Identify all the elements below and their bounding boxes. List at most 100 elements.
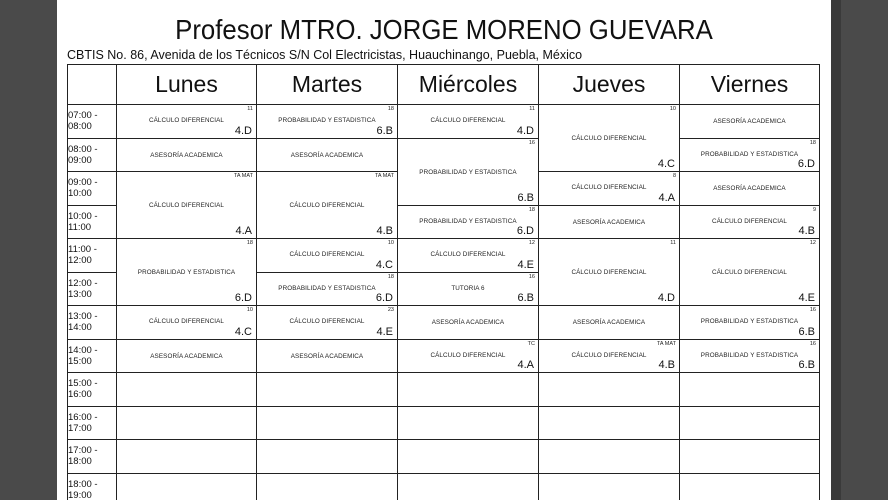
subject-label: CÁLCULO DIFERENCIAL (148, 117, 225, 124)
schedule-cell (256, 472, 398, 500)
schedule-cell: TC CÁLCULO DIFERENCIAL 4.A (397, 338, 539, 373)
room-label: 12 (528, 240, 535, 246)
schedule-cell: 12 CÁLCULO DIFERENCIAL 4.E (397, 238, 539, 273)
schedule-cell (679, 405, 820, 440)
group-label: 4.C (375, 258, 393, 271)
schedule-cell (538, 472, 680, 500)
time-slot: 13:00 - 14:00 (67, 305, 117, 340)
table-row: 15:00 - 16:00 (67, 372, 820, 407)
room-label: 18 (528, 206, 535, 213)
subject-label: ASESORÍA ACADEMICA (713, 185, 786, 192)
room-label: 9 (812, 206, 816, 213)
subject-label: CÁLCULO DIFERENCIAL (289, 318, 365, 325)
schedule-cell: 18 PROBABILIDAD Y ESTADISTICA 6.B (256, 104, 398, 139)
group-label: 6.B (517, 292, 534, 304)
day-header-miercoles: Miércoles (397, 64, 539, 105)
group-label: 4.A (517, 359, 534, 371)
schedule-cell: 18 PROBABILIDAD Y ESTADISTICA 6.D (679, 137, 820, 172)
schedule-cell: 16 PROBABILIDAD Y ESTADISTICA 6.B (679, 338, 820, 373)
room-label: 8 (672, 173, 676, 179)
group-label: 4.D (234, 124, 252, 137)
group-label: 6.B (798, 359, 815, 371)
schedule-cell: ASESORÍA ACADEMICA (679, 104, 820, 139)
subject-label: PROBABILIDAD Y ESTADISTICA (278, 284, 376, 292)
table-row: 14:00 - 15:00 ASESORÍA ACADEMICA ASESORÍA … (67, 338, 820, 373)
group-label: 4.C (657, 158, 675, 170)
subject-label: TUTORIA 6 (451, 284, 485, 292)
subject-label: PROBABILIDAD Y ESTADISTICA (700, 318, 799, 325)
schedule-cell: 8 CÁLCULO DIFERENCIAL 4.A (538, 171, 680, 206)
schedule-cell (116, 405, 257, 440)
room-label: TC (527, 340, 535, 347)
table-row: 17:00 - 18:00 (67, 439, 820, 474)
room-label: TA MAT (374, 173, 394, 179)
subject-label: PROBABILIDAD Y ESTADISTICA (137, 269, 236, 276)
subject-label: PROBABILIDAD Y ESTADISTICA (419, 217, 517, 225)
schedule-cell: 16 TUTORIA 6 6.B (397, 271, 539, 306)
group-label: 4.B (658, 359, 675, 371)
schedule-cell: 9 CÁLCULO DIFERENCIAL 4.B (679, 204, 820, 239)
schedule-cell: ASESORÍA ACADEMICA (256, 338, 398, 373)
table-row: 08:00 - 09:00 ASESORÍA ACADEMICA ASESORÍA … (67, 137, 820, 206)
subject-label: PROBABILIDAD Y ESTADISTICA (278, 117, 376, 124)
time-slot: 09:00 - 10:00 (67, 171, 117, 206)
room-label: TA MAT (656, 340, 676, 347)
subject-label: CÁLCULO DIFERENCIAL (571, 184, 647, 191)
subject-label: ASESORÍA ACADEMICA (431, 319, 505, 326)
group-label: 4.D (516, 124, 534, 137)
schedule-cell: ASESORÍA ACADEMICA (397, 305, 539, 340)
room-label: 11 (247, 106, 253, 112)
room-label: 18 (387, 106, 394, 112)
group-label: 6.B (517, 191, 534, 204)
subject-label: CÁLCULO DIFERENCIAL (430, 117, 506, 124)
room-label: TA MAT (233, 173, 253, 179)
subject-label: CÁLCULO DIFERENCIAL (430, 251, 506, 258)
schedule-cell (397, 372, 539, 407)
header-row: Lunes Martes Miércoles Jueves Viernes (67, 64, 820, 105)
schedule-cell: 18 PROBABILIDAD Y ESTADISTICA 6.D (256, 271, 398, 306)
schedule-cell: ASESORÍA ACADEMICA (256, 137, 398, 172)
time-slot: 14:00 - 15:00 (67, 338, 117, 373)
schedule-table: Lunes Martes Miércoles Jueves Viernes 07… (67, 64, 820, 500)
room-label: 18 (246, 240, 253, 246)
schedule-cell (116, 372, 257, 407)
schedule-cell (116, 439, 257, 474)
schedule-cell: ASESORÍA ACADEMICA (538, 305, 680, 340)
schedule-cell: TA MAT CÁLCULO DIFERENCIAL 4.A (116, 171, 257, 239)
schedule-cell: 23 CÁLCULO DIFERENCIAL 4.E (256, 305, 398, 340)
day-header-lunes: Lunes (116, 64, 257, 105)
group-label: 4.B (798, 225, 815, 237)
time-slot: 18:00 - 19:00 (67, 472, 117, 500)
group-label: 6.D (375, 292, 393, 304)
subject-label: CÁLCULO DIFERENCIAL (148, 202, 225, 209)
page-edge (831, 0, 841, 500)
group-label: 4.B (376, 225, 393, 237)
group-label: 4.E (376, 325, 393, 338)
schedule-cell: TA MAT CÁLCULO DIFERENCIAL 4.B (538, 338, 680, 373)
schedule-cell (679, 472, 820, 500)
subject-label: ASESORÍA ACADEMICA (150, 352, 223, 360)
room-label: 16 (528, 139, 535, 146)
schedule-cell: 18 PROBABILIDAD Y ESTADISTICA 6.D (397, 204, 539, 239)
schedule-cell (538, 439, 680, 474)
schedule-cell: 16 PROBABILIDAD Y ESTADISTICA 6.B (679, 305, 820, 340)
schedule-cell: 10 CÁLCULO DIFERENCIAL 4.C (538, 104, 680, 172)
room-label: 16 (809, 307, 816, 313)
schedule-cell (538, 405, 680, 440)
subject-label: CÁLCULO DIFERENCIAL (148, 318, 225, 325)
table-row: 13:00 - 14:00 10 CÁLCULO DIFERENCIAL 4.C 23 C… (67, 305, 820, 340)
time-slot: 11:00 - 12:00 (67, 238, 117, 273)
day-header-viernes: Viernes (679, 64, 820, 105)
group-label: 6.D (234, 292, 252, 304)
table-row: 18:00 - 19:00 (67, 472, 820, 500)
room-label: 16 (528, 273, 535, 280)
schedule-cell (256, 405, 398, 440)
school-address: CBTIS No. 86, Avenida de los Técnicos S/… (67, 48, 583, 62)
time-slot: 16:00 - 17:00 (67, 405, 117, 440)
room-label: 10 (669, 106, 676, 112)
subject-label: ASESORÍA ACADEMICA (150, 151, 223, 159)
table-row: 16:00 - 17:00 (67, 405, 820, 440)
time-slot: 15:00 - 16:00 (67, 372, 117, 407)
group-label: 6.D (516, 225, 534, 237)
schedule-cell (538, 372, 680, 407)
